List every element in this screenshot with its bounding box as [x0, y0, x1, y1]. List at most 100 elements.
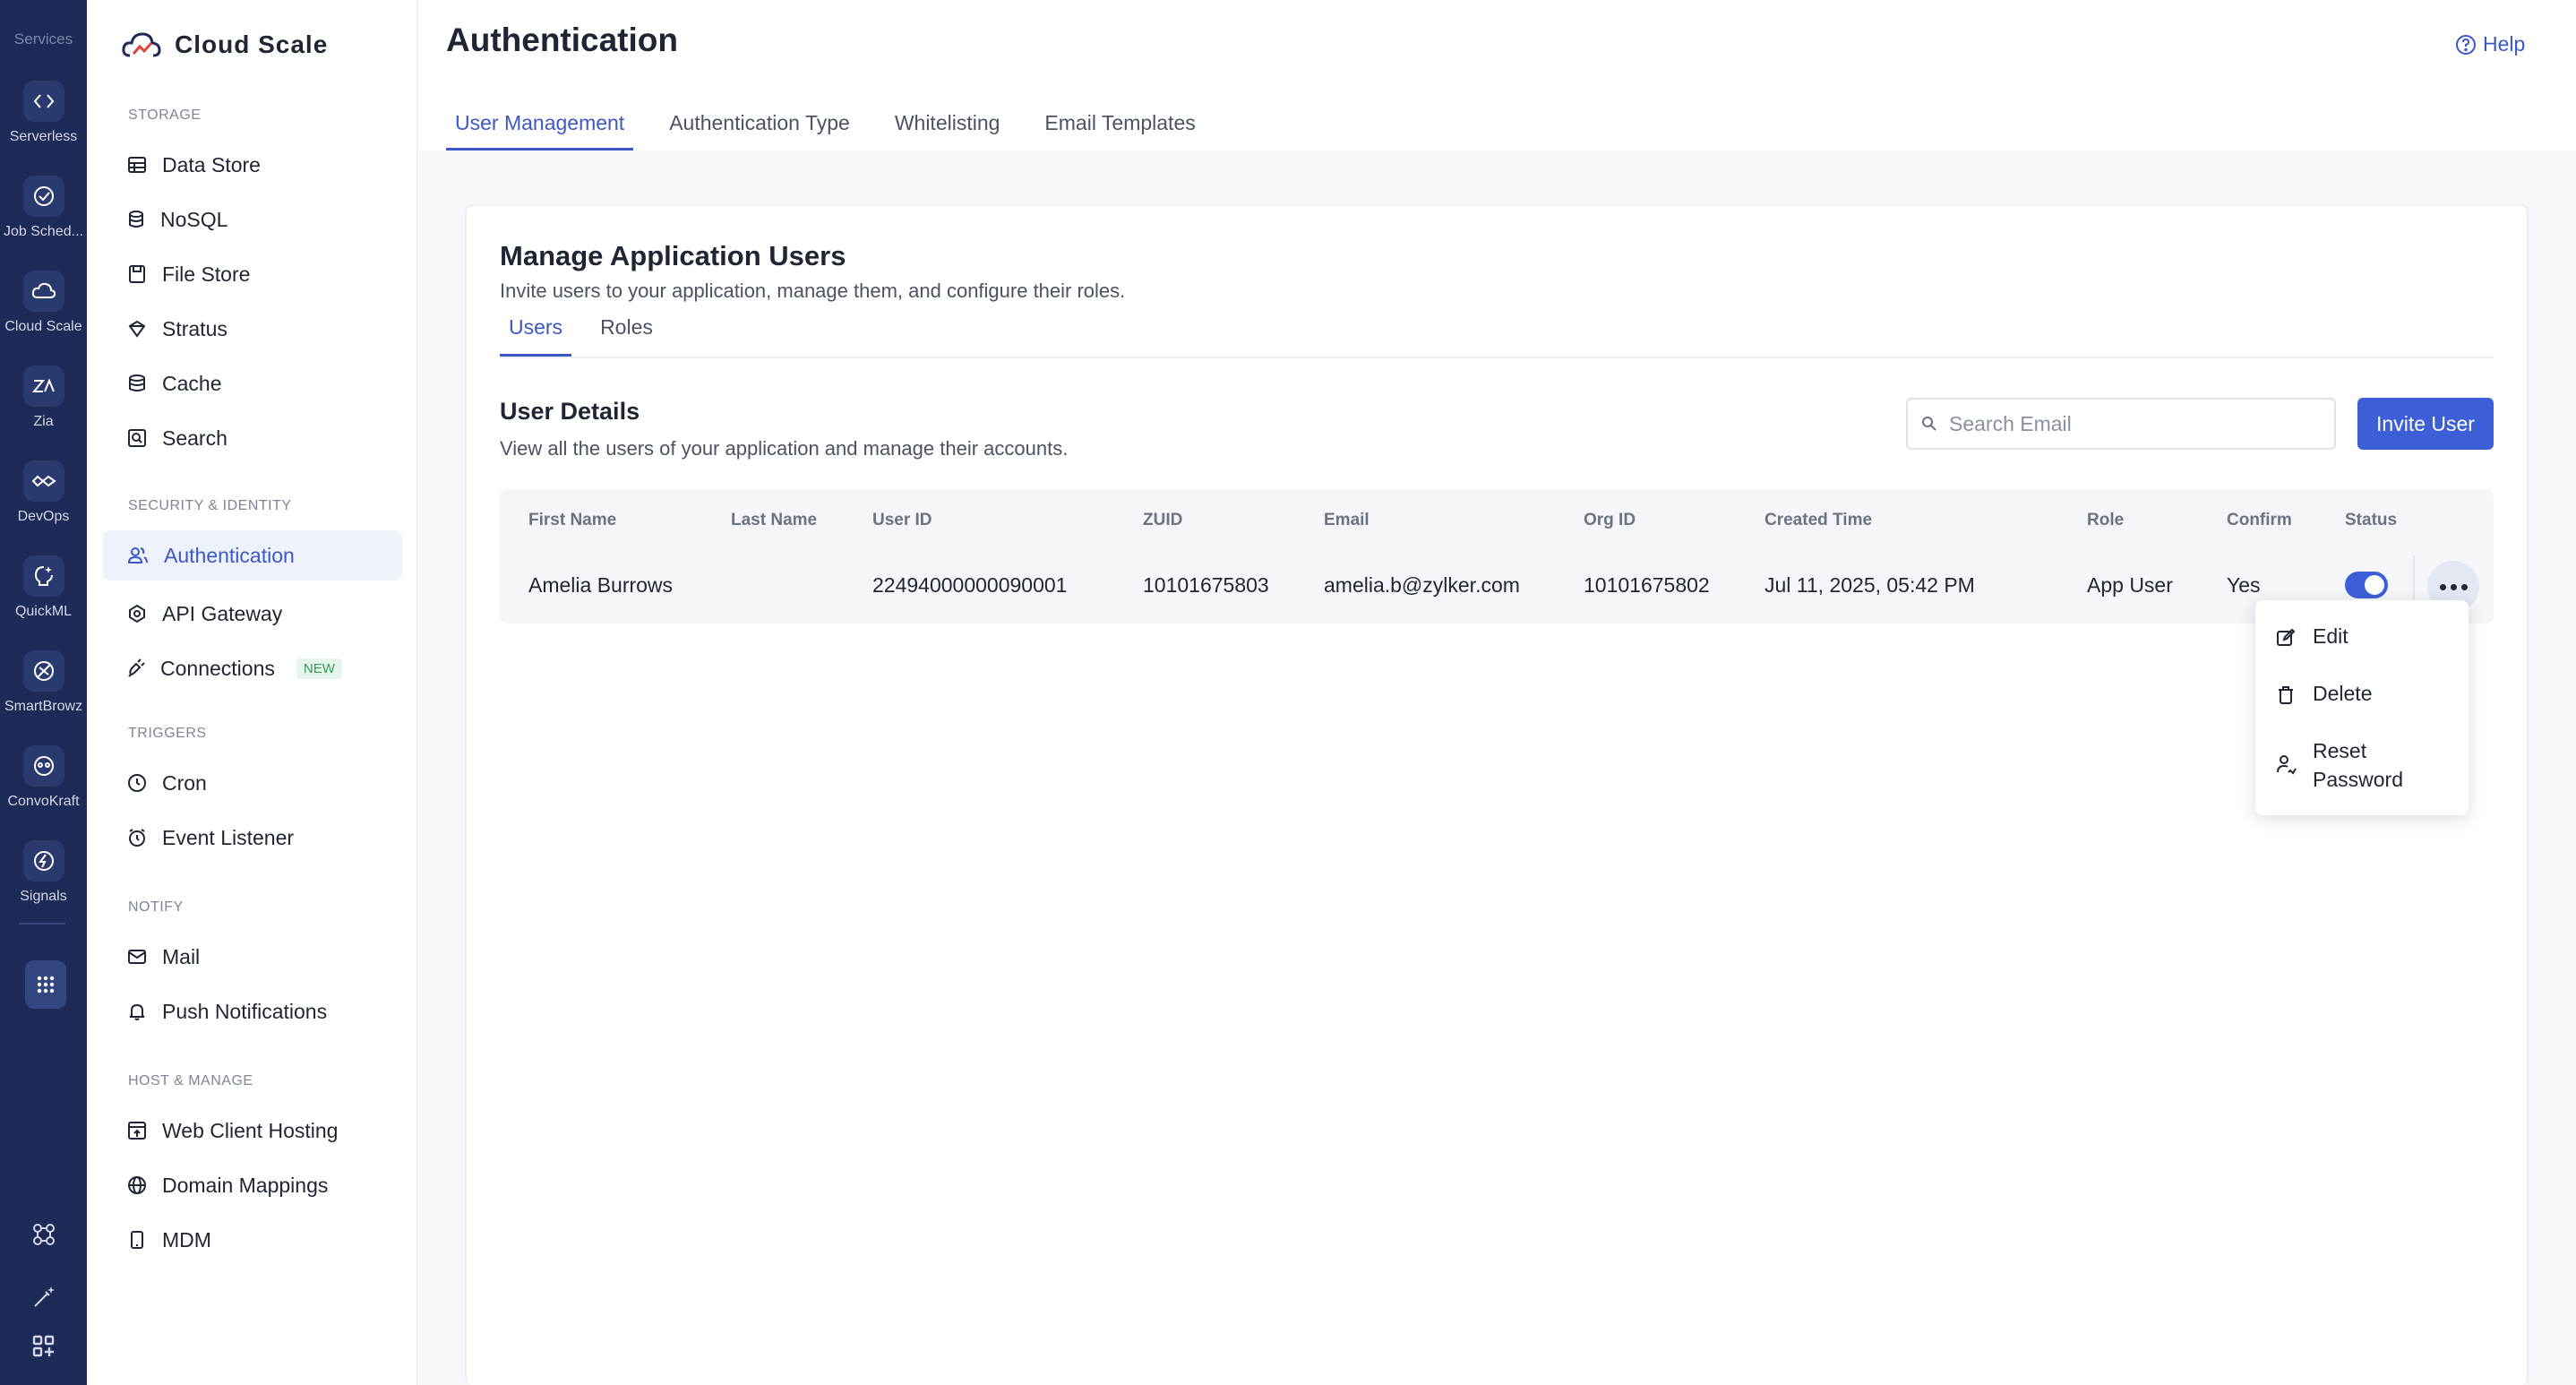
rail-label: Zia [33, 414, 54, 429]
section-title-host-manage: HOST & MANAGE [128, 1073, 253, 1088]
tab-authentication-type[interactable]: Authentication Type [660, 111, 859, 151]
invite-user-button[interactable]: Invite User [2357, 398, 2494, 450]
column-header: Org ID [1584, 511, 1636, 529]
users-table: First Name Last Name User ID ZUID Email … [500, 489, 2494, 624]
search-box-icon [128, 429, 146, 447]
tab-users[interactable]: Users [500, 315, 572, 357]
sidebar-item-event-listener[interactable]: Event Listener [103, 813, 402, 863]
reset-password-icon [2277, 755, 2297, 775]
cell-created-time: Jul 11, 2025, 05:42 PM [1765, 573, 1975, 597]
search-email-field[interactable] [1906, 398, 2336, 450]
help-link[interactable]: Help [2454, 32, 2525, 56]
tab-email-templates[interactable]: Email Templates [1035, 111, 1204, 151]
rail-item-smartbrowz[interactable]: SmartBrowz [0, 650, 87, 731]
sidebar-item-domain-mappings[interactable]: Domain Mappings [103, 1160, 402, 1210]
card-title: Manage Application Users [500, 240, 846, 271]
apps-grid-button[interactable] [25, 960, 66, 1009]
command-button[interactable] [0, 1220, 87, 1249]
table-row[interactable]: Amelia Burrows 22494000000090001 1010167… [500, 552, 2494, 624]
mail-icon [128, 950, 146, 964]
sidebar-item-label: Push Notifications [162, 999, 328, 1023]
help-label: Help [2483, 32, 2526, 56]
sidebar-item-file-store[interactable]: File Store [103, 249, 402, 299]
tab-user-management[interactable]: User Management [446, 111, 634, 151]
brand-name: Cloud Scale [175, 30, 329, 58]
check-circle-icon [22, 176, 64, 217]
rail-item-zia[interactable]: Zia [0, 366, 87, 446]
section-title-storage: STORAGE [128, 108, 202, 123]
folder-icon [129, 265, 145, 283]
sidebar-item-label: File Store [162, 262, 251, 286]
card-subtitle: Invite users to your application, manage… [500, 280, 1126, 302]
search-email-input[interactable] [1949, 411, 2307, 436]
add-grid-icon [32, 1335, 54, 1357]
rail-item-job-scheduling[interactable]: Job Sched... [0, 176, 87, 256]
rail-item-serverless[interactable]: Serverless [0, 81, 87, 161]
rail-item-signals[interactable]: Signals [0, 840, 87, 921]
sidebar-item-stratus[interactable]: Stratus [103, 304, 402, 354]
sidebar-item-label: API Gateway [162, 601, 283, 625]
section-title-notify: NOTIFY [128, 899, 184, 915]
rail-label: Cloud Scale [4, 319, 82, 334]
more-dot-icon [2460, 583, 2468, 590]
magic-wand-icon [33, 1286, 55, 1307]
rail-item-quickml[interactable]: QuickML [0, 555, 87, 636]
sidebar-item-label: Domain Mappings [162, 1173, 329, 1197]
sidebar-item-cache[interactable]: Cache [103, 358, 402, 409]
sidebar-item-connections[interactable]: Connections NEW [103, 643, 402, 693]
sidebar-item-mail[interactable]: Mail [103, 932, 402, 982]
menu-item-reset-password[interactable]: Reset Password [2275, 736, 2403, 794]
cell-first-name: Amelia Burrows [528, 573, 674, 597]
section-title-security: SECURITY & IDENTITY [128, 498, 292, 513]
sidebar-item-mdm[interactable]: MDM [103, 1215, 402, 1265]
tab-roles[interactable]: Roles [591, 315, 662, 357]
menu-item-label: Reset Password [2313, 739, 2403, 791]
upload-window-icon [128, 1122, 146, 1140]
sidebar-item-authentication[interactable]: Authentication [103, 530, 402, 581]
cell-email: amelia.b@zylker.com [1324, 573, 1520, 597]
sidebar-item-label: Cache [162, 371, 222, 395]
cell-role: App User [2087, 573, 2173, 597]
rail-label: QuickML [14, 604, 73, 619]
rail-item-convokraft[interactable]: ConvoKraft [0, 745, 87, 826]
column-header: Confirm [2227, 511, 2292, 529]
cell-org-id: 10101675802 [1584, 573, 1710, 597]
more-dot-icon [2450, 583, 2457, 590]
rail-item-devops[interactable]: DevOps [0, 460, 87, 541]
sidebar-item-nosql[interactable]: NoSQL [103, 194, 402, 245]
sidebar-item-label: Authentication [164, 543, 295, 567]
sidebar-item-web-client-hosting[interactable]: Web Client Hosting [103, 1105, 402, 1156]
status-toggle[interactable] [2345, 572, 2388, 598]
table-icon [128, 157, 146, 173]
sidebar-item-label: Mail [162, 944, 201, 968]
chatbot-icon [22, 745, 64, 787]
sidebar-item-label: MDM [162, 1227, 211, 1252]
cloud-scale-logo-icon [122, 32, 161, 57]
cache-icon [129, 374, 145, 391]
menu-item-delete[interactable]: Delete [2275, 679, 2372, 708]
sidebar-item-api-gateway[interactable]: API Gateway [103, 589, 402, 639]
tabs-divider [500, 357, 2494, 358]
add-widget-button[interactable] [0, 1333, 87, 1360]
apps-grid-icon [37, 976, 55, 994]
users-card [465, 204, 2529, 1385]
rail-item-cloud-scale[interactable]: Cloud Scale [0, 271, 87, 351]
infinity-icon [22, 460, 64, 502]
sidebar-item-push-notifications[interactable]: Push Notifications [103, 986, 402, 1037]
menu-item-edit[interactable]: Edit [2275, 622, 2348, 650]
services-rail: Services Serverless Job Sched... Cloud S… [0, 0, 87, 1385]
tools-button[interactable] [0, 1283, 87, 1312]
menu-item-label: Delete [2313, 682, 2373, 705]
sidebar-item-search[interactable]: Search [103, 413, 402, 463]
column-header: User ID [872, 511, 932, 529]
column-header: ZUID [1143, 511, 1183, 529]
brand[interactable]: Cloud Scale [121, 27, 328, 63]
search-icon [1922, 417, 1936, 431]
sidebar-item-cron[interactable]: Cron [103, 758, 402, 808]
section-title: User Details [500, 398, 640, 425]
users-icon [127, 547, 148, 563]
sidebar-item-label: Search [162, 426, 228, 450]
tab-whitelisting[interactable]: Whitelisting [886, 111, 1009, 151]
rail-divider [19, 923, 65, 925]
sidebar-item-data-store[interactable]: Data Store [103, 140, 402, 190]
